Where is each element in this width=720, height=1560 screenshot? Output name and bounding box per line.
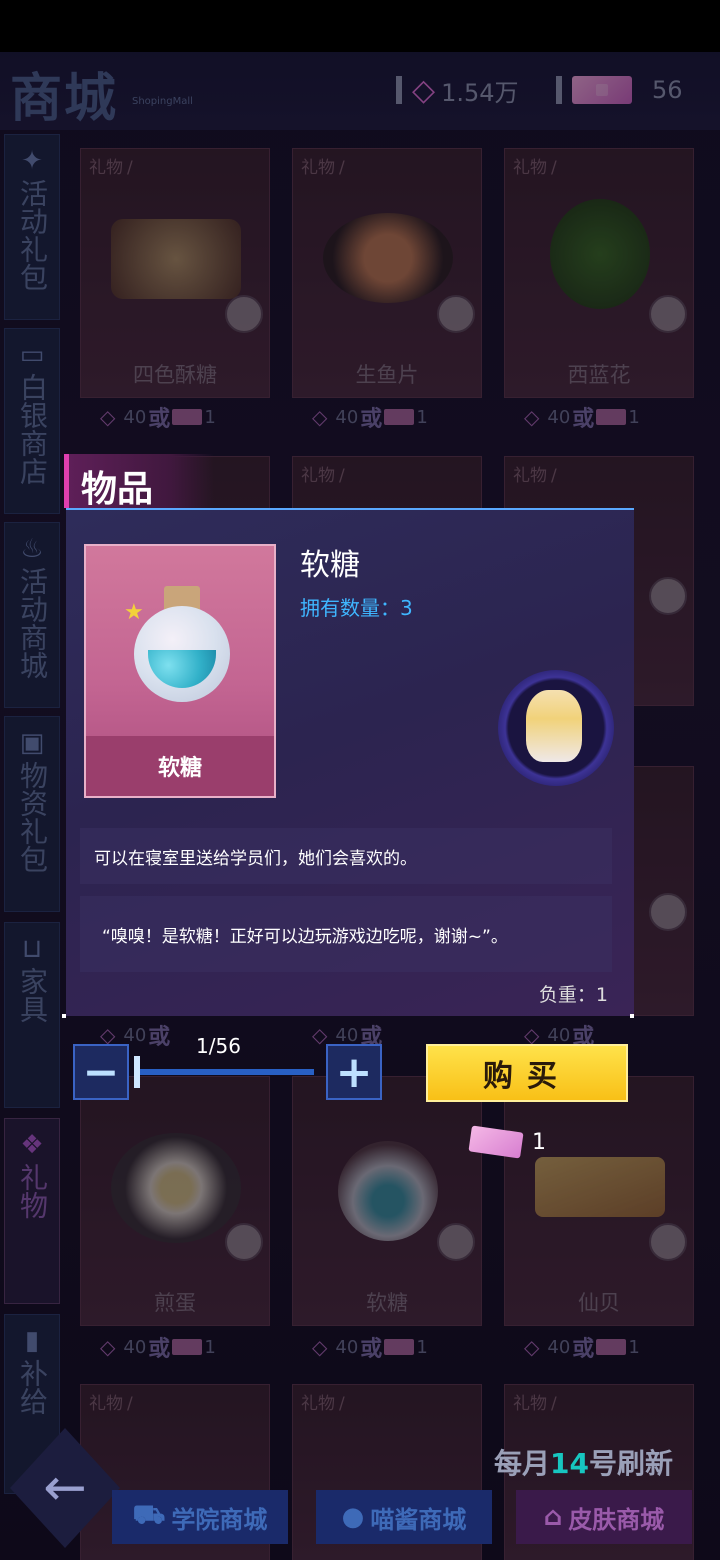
gummy-candy bbox=[148, 650, 216, 688]
character-portrait bbox=[526, 690, 582, 762]
star-icon: ★ bbox=[124, 600, 144, 625]
item-weight: 负重：1 bbox=[538, 984, 608, 1006]
quantity-slider[interactable] bbox=[136, 1069, 314, 1075]
refresh-notice: 每月14号刷新 bbox=[494, 1447, 673, 1480]
arrow-left-icon: ← bbox=[43, 1458, 87, 1518]
item-image-label: 软糖 bbox=[86, 736, 274, 796]
shop-screen: 商城 ShopingMall ◇ 1.54万 56 ✦ 活动礼包 ▭ 白银商店 … bbox=[0, 52, 720, 1560]
quantity-slider-handle[interactable] bbox=[134, 1056, 140, 1088]
tab-college-shop[interactable]: ⛟ 学院商城 bbox=[112, 1490, 288, 1544]
item-quote: “嗅嗅！是软糖！正好可以边玩游戏边吃呢，谢谢~”。 bbox=[80, 896, 612, 972]
store-icon: ⌂ bbox=[543, 1502, 563, 1532]
status-bar bbox=[0, 0, 720, 52]
popup-tab-label: 物品 bbox=[81, 469, 154, 510]
ticket-icon bbox=[468, 1125, 524, 1159]
buy-button[interactable]: 购买 bbox=[426, 1044, 628, 1102]
character-avatar bbox=[498, 670, 614, 786]
paw-icon: ● bbox=[341, 1502, 365, 1532]
tab-neko-shop[interactable]: ● 喵酱商城 bbox=[316, 1490, 492, 1544]
corner-marker bbox=[62, 1014, 66, 1018]
quantity-value: 1/56 bbox=[196, 1034, 241, 1058]
owned-count: 拥有数量：3 bbox=[300, 596, 413, 620]
tab-skin-shop[interactable]: ⌂ 皮肤商城 bbox=[516, 1490, 692, 1544]
cost-amount: 1 bbox=[532, 1129, 546, 1155]
quantity-increase-button[interactable]: + bbox=[326, 1044, 382, 1100]
cart-icon: ⛟ bbox=[132, 1500, 166, 1530]
purchase-cost: 1 bbox=[468, 1122, 546, 1162]
item-name: 软糖 bbox=[300, 548, 360, 583]
item-detail-popup: ★ 软糖 软糖 拥有数量：3 可以在寝室里送给学员们，她们会喜欢的。 “嗅嗅！是… bbox=[66, 508, 634, 1016]
quantity-decrease-button[interactable]: − bbox=[73, 1044, 129, 1100]
item-description: 可以在寝室里送给学员们，她们会喜欢的。 bbox=[80, 828, 612, 884]
corner-marker bbox=[630, 1014, 634, 1018]
gummy-jar-icon bbox=[134, 606, 230, 702]
popup-tab: 物品 bbox=[64, 454, 214, 510]
item-image: ★ 软糖 bbox=[84, 544, 276, 798]
